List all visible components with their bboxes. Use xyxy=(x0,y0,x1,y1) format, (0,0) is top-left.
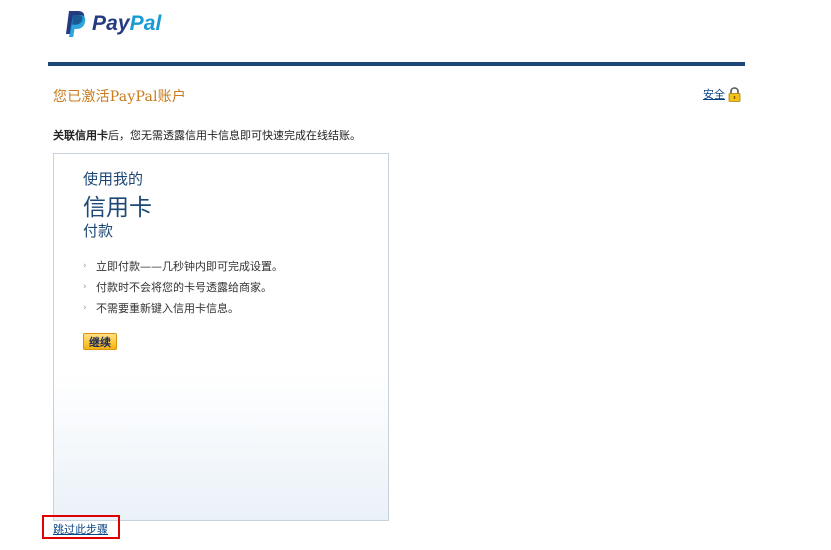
benefit-list: › 立即付款——几秒钟内即可完成设置。 › 付款时不会将您的卡号透露给商家。 ›… xyxy=(83,255,283,318)
skip-step-link[interactable]: 跳过此步骤 xyxy=(53,521,108,537)
logo-pay-text: Pay xyxy=(92,12,130,35)
promo-heading-line2: 信用卡 xyxy=(83,195,152,221)
promo-heading-line1: 使用我的 xyxy=(83,170,144,188)
paypal-p-icon xyxy=(64,10,86,38)
benefit-text: 付款时不会将您的卡号透露给商家。 xyxy=(96,280,272,294)
page: PayPal 您已激活PayPal账户 安全 关联信用卡后，您无需透露信用卡信息… xyxy=(0,0,831,550)
paypal-wordmark: PayPal xyxy=(92,12,162,36)
credit-card-promo-panel: 使用我的 信用卡 付款 › 立即付款——几秒钟内即可完成设置。 › 付款时不会将… xyxy=(53,153,389,521)
promo-heading-line3: 付款 xyxy=(83,222,114,240)
chevron-right-icon: › xyxy=(83,281,87,292)
list-item: › 立即付款——几秒钟内即可完成设置。 xyxy=(83,255,283,276)
chevron-right-icon: › xyxy=(83,302,87,313)
benefit-text: 不需要重新键入信用卡信息。 xyxy=(96,301,239,315)
benefit-text: 立即付款——几秒钟内即可完成设置。 xyxy=(96,259,283,273)
page-title: 您已激活PayPal账户 xyxy=(53,89,187,105)
lock-icon xyxy=(728,86,741,102)
intro-rest: 后，您无需透露信用卡信息即可快速完成在线结账。 xyxy=(108,129,361,142)
chevron-right-icon: › xyxy=(83,260,87,271)
security-link[interactable]: 安全 xyxy=(703,86,725,102)
continue-button[interactable]: 继续 xyxy=(83,333,117,350)
logo-pal-text: Pal xyxy=(129,12,162,35)
intro-text: 关联信用卡后，您无需透露信用卡信息即可快速完成在线结账。 xyxy=(53,127,361,143)
skip-highlight-box: 跳过此步骤 xyxy=(42,515,120,539)
paypal-logo: PayPal xyxy=(64,10,162,38)
header-divider xyxy=(48,62,745,66)
security-link-group[interactable]: 安全 xyxy=(703,86,741,102)
list-item: › 付款时不会将您的卡号透露给商家。 xyxy=(83,276,283,297)
intro-bold: 关联信用卡 xyxy=(53,129,108,142)
list-item: › 不需要重新键入信用卡信息。 xyxy=(83,297,283,318)
